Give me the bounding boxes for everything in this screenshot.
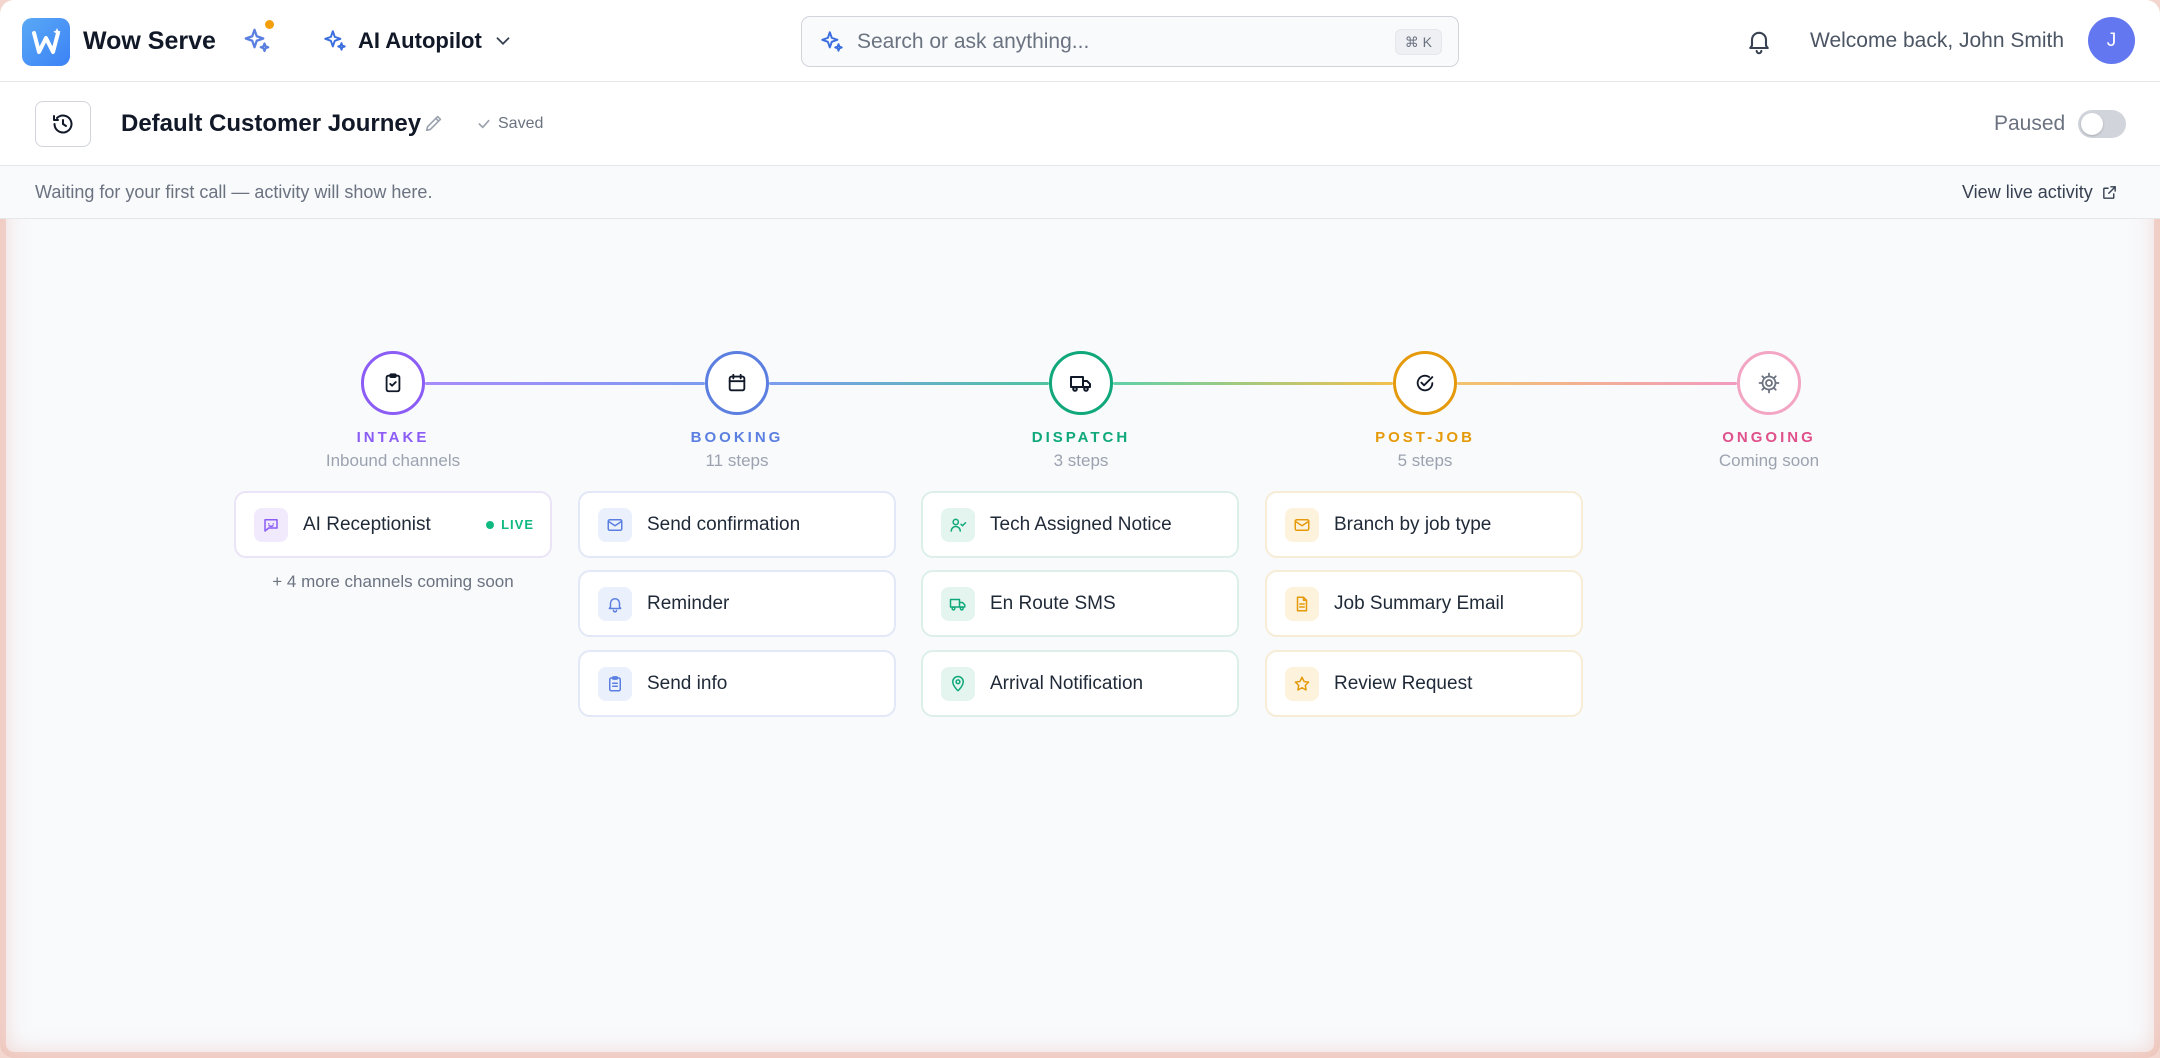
stage-booking[interactable] (705, 351, 769, 415)
card-label: Branch by job type (1334, 513, 1492, 535)
stage-post-job-name: POST-JOB (1375, 429, 1475, 446)
stage-booking-name: BOOKING (690, 429, 784, 446)
journey-title: Default Customer Journey (121, 110, 422, 137)
history-button[interactable] (35, 101, 91, 147)
stage-intake[interactable] (361, 351, 425, 415)
chat-bot-icon (254, 507, 288, 542)
card-label: Tech Assigned Notice (990, 513, 1172, 535)
stage-ongoing-sub: Coming soon (1718, 451, 1820, 470)
more-channels-note: + 4 more channels coming soon (272, 572, 514, 591)
paused-label: Paused (1994, 112, 2066, 135)
journey-header: Default Customer Journey Saved Paused (0, 82, 2160, 166)
stage-post-job[interactable] (1393, 351, 1457, 415)
sparkle-icon (324, 30, 346, 51)
chevron-down-icon (496, 37, 510, 46)
pencil-icon[interactable] (423, 112, 447, 136)
gear-icon (1758, 372, 1780, 394)
mail-icon (1285, 507, 1319, 542)
clipboard-check-icon (385, 373, 401, 393)
external-link-icon (2102, 186, 2116, 199)
card-label: Reminder (647, 592, 730, 614)
live-label: LIVE (501, 517, 534, 532)
stage-ongoing-name: ONGOING (1722, 429, 1816, 446)
truck-icon (941, 586, 975, 621)
stage-dispatch[interactable] (1049, 351, 1113, 415)
avatar[interactable]: J (2088, 17, 2135, 64)
check-icon (478, 119, 490, 129)
autopilot-label: AI Autopilot (358, 28, 482, 53)
user-check-icon (941, 507, 975, 542)
card-review-request[interactable]: Review Request (1265, 650, 1583, 717)
notification-dot (265, 20, 274, 29)
card-label: Arrival Notification (990, 672, 1144, 694)
card-label: Send info (647, 672, 728, 694)
card-send-confirmation[interactable]: Send confirmation (578, 491, 896, 558)
live-badge: LIVE (486, 517, 534, 532)
connector-intake-booking (425, 382, 705, 385)
saved-status: Saved (476, 115, 543, 133)
card-label: En Route SMS (990, 592, 1116, 614)
bell-icon (598, 586, 632, 621)
card-label: Job Summary Email (1334, 592, 1504, 614)
card-arrival-notification[interactable]: Arrival Notification (921, 650, 1239, 717)
welcome-text: Welcome back, John Smith (1810, 29, 2065, 52)
card-label: AI Receptionist (303, 513, 431, 535)
map-pin-icon (941, 666, 975, 701)
view-live-activity-link[interactable]: View live activity (1962, 182, 2118, 203)
activity-message: Waiting for your first call — activity w… (35, 182, 433, 202)
card-en-route-sms[interactable]: En Route SMS (921, 570, 1239, 637)
app-window: Wow Serve AI Autopilot ⌘ K (0, 0, 2160, 1058)
card-tech-assigned-notice[interactable]: Tech Assigned Notice (921, 491, 1239, 558)
history-icon (53, 114, 73, 134)
brand-name: Wow Serve (83, 27, 216, 55)
stage-intake-name: INTAKE (356, 429, 430, 446)
card-reminder[interactable]: Reminder (578, 570, 896, 637)
connector-booking-dispatch (769, 382, 1049, 385)
card-job-summary-email[interactable]: Job Summary Email (1265, 570, 1583, 637)
saved-label: Saved (498, 115, 544, 132)
document-icon (1285, 586, 1319, 621)
card-branch-by-job-type[interactable]: Branch by job type (1265, 491, 1583, 558)
activity-bar: Waiting for your first call — activity w… (0, 166, 2160, 219)
wow-serve-logo[interactable] (22, 18, 70, 66)
search-input[interactable] (857, 29, 1377, 54)
stage-ongoing[interactable] (1737, 351, 1801, 415)
card-send-info[interactable]: Send info (578, 650, 896, 717)
stage-post-job-sub: 5 steps (1397, 451, 1453, 470)
view-live-label: View live activity (1962, 182, 2093, 202)
live-dot (486, 520, 495, 529)
search-shortcut-badge: ⌘ K (1394, 29, 1442, 55)
top-header: Wow Serve AI Autopilot ⌘ K (0, 0, 2160, 82)
stage-dispatch-name: DISPATCH (1031, 429, 1131, 446)
bell-icon[interactable] (1745, 27, 1773, 55)
stage-intake-sub: Inbound channels (325, 451, 461, 470)
connector-dispatch-postjob (1113, 382, 1393, 385)
truck-icon (1070, 376, 1091, 392)
mail-icon (598, 507, 632, 542)
card-label: Review Request (1334, 672, 1473, 694)
check-circle-icon (1416, 374, 1434, 392)
ai-sparkle-icon[interactable] (242, 26, 272, 56)
ai-autopilot-dropdown[interactable]: AI Autopilot (322, 24, 514, 58)
card-label: Send confirmation (647, 513, 801, 535)
pause-toggle[interactable] (2078, 110, 2126, 138)
connector-postjob-ongoing (1457, 382, 1737, 385)
sparkle-search-icon (821, 30, 843, 52)
card-ai-receptionist[interactable]: AI Receptionist LIVE (234, 491, 552, 558)
clipboard-icon (598, 666, 632, 701)
star-icon (1285, 666, 1319, 701)
search-bar[interactable]: ⌘ K (801, 16, 1459, 67)
stage-dispatch-sub: 3 steps (1053, 451, 1109, 470)
stage-booking-sub: 11 steps (705, 451, 769, 470)
toggle-knob (2081, 113, 2103, 135)
calendar-icon (728, 373, 746, 392)
